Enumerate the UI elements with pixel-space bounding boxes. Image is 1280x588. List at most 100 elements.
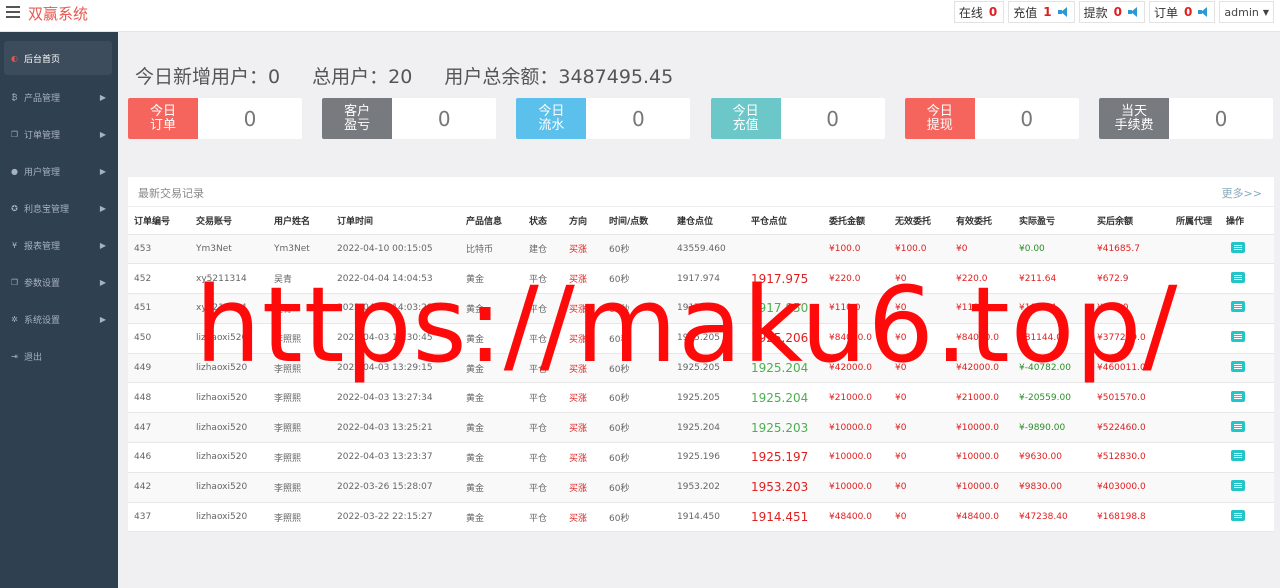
speaker-icon[interactable] (1198, 7, 1210, 17)
details-button-icon[interactable] (1231, 331, 1245, 343)
chevron-right-icon: ▶ (99, 278, 106, 287)
column-header: 方向 (563, 207, 603, 235)
chevron-right-icon: ▶ (99, 315, 106, 324)
cell-id: 451 (128, 293, 190, 324)
more-link[interactable]: 更多>> (1222, 185, 1262, 201)
cell-name: 吴青 (268, 293, 331, 324)
sidebar-item-label: 参数设置 (24, 279, 61, 289)
cell-amount: ¥42000.0 (823, 353, 889, 384)
column-header: 用户姓名 (268, 207, 331, 235)
cell-close: 1925.197 (745, 442, 823, 473)
sidebar-item-label: 产品管理 (24, 94, 61, 104)
cell-account: lizhaoxi520 (190, 323, 268, 354)
details-button-icon[interactable] (1231, 450, 1245, 462)
top-indicator-count: 0 (1184, 5, 1193, 19)
cell-balance: ¥890.0 (1091, 293, 1170, 324)
details-button-icon[interactable] (1231, 390, 1245, 402)
cell-profit: ¥-40782.00 (1013, 353, 1091, 384)
sidebar-item-8[interactable]: ⇥ 退出 (0, 338, 118, 375)
cell-open: 1925.205 (671, 382, 745, 414)
cell-period: 60秒 (603, 323, 671, 354)
cell-product: 黄金 (460, 502, 523, 533)
cell-status: 平仓 (523, 472, 563, 503)
cell-status: 平仓 (523, 382, 563, 414)
cell-product: 黄金 (460, 472, 523, 503)
top-indicator-label: 提款 (1083, 5, 1108, 20)
gears-icon: ✲ (11, 315, 18, 324)
gear-icon: ✪ (11, 204, 18, 213)
details-button-icon[interactable] (1231, 301, 1245, 313)
sidebar-item-0[interactable]: ◐ 后台首页 (4, 41, 112, 75)
cell-id: 437 (128, 502, 190, 533)
top-indicator-label: 订单 (1154, 5, 1179, 20)
table-row: 437 lizhaoxi520 李照熙 2022-03-22 22:15:27 黄金 平仓… (128, 502, 1274, 533)
menu-toggle-icon[interactable] (6, 6, 20, 18)
column-header: 时间/点数 (603, 207, 671, 235)
admin-menu[interactable]: admin ▼ (1219, 1, 1274, 23)
sidebar-item-3[interactable]: ● 用户管理 ▶ (0, 153, 118, 190)
details-button-icon[interactable] (1231, 271, 1245, 283)
speaker-icon[interactable] (1057, 7, 1070, 17)
sidebar-item-4[interactable]: ✪ 利息宝管理 ▶ (0, 190, 118, 227)
stat-card-0[interactable]: 今日 订单 0 (128, 98, 302, 139)
cell-status: 平仓 (523, 263, 563, 295)
table-header-row: 订单编号 交易账号 用户姓名 订单时间 产品信息 状态 方向 时间/点数 建仓点位 平仓点位 委托金… (128, 207, 1274, 235)
details-button-icon[interactable] (1231, 361, 1245, 373)
sidebar-item-1[interactable]: ₿ 产品管理 ▶ (0, 79, 118, 116)
cell-balance: ¥41685.7 (1091, 234, 1170, 265)
cell-name: 李照熙 (268, 502, 331, 533)
details-button-icon[interactable] (1231, 241, 1245, 253)
speaker-icon[interactable] (1128, 7, 1140, 17)
recent-trades-panel: 最新交易记录 更多>> 订单编号 交易账号 用户姓名 订单时间 产品信息 状态 方向 时间/点… (128, 177, 1274, 533)
copy-icon: ❐ (10, 130, 19, 139)
details-button-icon[interactable] (1231, 420, 1245, 432)
top-indicator-1[interactable]: 充值 1 (1008, 1, 1075, 23)
top-right-indicators: 在线 0 充值 1 提款 0 订单 0 admin ▼ (953, 0, 1274, 24)
cell-period: 60秒 (603, 412, 671, 444)
cell-product: 黄金 (460, 442, 523, 473)
cell-close: 1925.206 (745, 323, 823, 354)
chevron-right-icon: ▶ (99, 93, 106, 102)
cell-invalid: ¥0 (889, 323, 950, 354)
cell-agent (1170, 382, 1220, 414)
cell-period: 60秒 (603, 472, 671, 503)
summary-stats: 今日新增用户：0 总用户：20 用户总余额：3487495.45 (135, 62, 699, 89)
top-indicator-3[interactable]: 订单 0 (1149, 1, 1216, 23)
cell-agent (1170, 412, 1220, 444)
cell-time: 2022-04-04 14:04:53 (331, 263, 460, 295)
stat-card-2[interactable]: 今日 流水 0 (516, 98, 691, 139)
stat-card-4[interactable]: 今日 提现 0 (904, 98, 1079, 139)
stat-card-3[interactable]: 今日 充值 0 (710, 98, 885, 139)
cell-actions (1220, 293, 1274, 324)
cell-time: 2022-03-22 22:15:27 (331, 502, 460, 533)
chevron-down-icon: ▼ (1262, 7, 1269, 17)
chevron-right-icon: ▶ (99, 130, 106, 139)
stat-card-label: 今日 订单 (128, 98, 198, 139)
cell-period: 60秒 (603, 442, 671, 473)
cell-amount: ¥100.0 (823, 234, 889, 265)
top-indicator-2[interactable]: 提款 0 (1078, 1, 1145, 23)
cell-actions (1220, 472, 1274, 503)
sidebar-item-5[interactable]: ¥ 报表管理 ▶ (0, 227, 118, 264)
stat-card-1[interactable]: 客户 盈亏 0 (322, 98, 497, 139)
cell-direction: 买涨 (563, 412, 603, 444)
cell-balance: ¥501570.0 (1091, 382, 1170, 414)
top-indicator-count: 0 (988, 5, 998, 19)
sidebar-item-2[interactable]: ❐ 订单管理 ▶ (0, 116, 118, 153)
cell-id: 448 (128, 382, 190, 414)
cell-period: 60秒 (603, 234, 671, 265)
details-button-icon[interactable] (1231, 510, 1245, 522)
sidebar-item-label: 利息宝管理 (24, 205, 70, 215)
table-row: 442 lizhaoxi520 李照熙 2022-03-26 15:28:07 黄金 平仓… (128, 472, 1274, 503)
details-button-icon[interactable] (1231, 480, 1245, 492)
cell-name: 李照熙 (268, 442, 331, 473)
sidebar-item-6[interactable]: ❐ 参数设置 ▶ (0, 264, 118, 301)
stat-card-value: 0 (826, 106, 839, 131)
stat-card-5[interactable]: 当天 手续费 0 (1099, 98, 1273, 139)
new-users-stat: 今日新增用户：0 (135, 66, 281, 88)
cell-profit: ¥0.00 (1013, 234, 1091, 265)
sidebar-item-label: 退出 (24, 353, 43, 363)
top-indicator-0[interactable]: 在线 0 (953, 1, 1005, 23)
sidebar-item-7[interactable]: ✲ 系统设置 ▶ (0, 301, 118, 338)
chevron-right-icon: ▶ (99, 241, 106, 250)
